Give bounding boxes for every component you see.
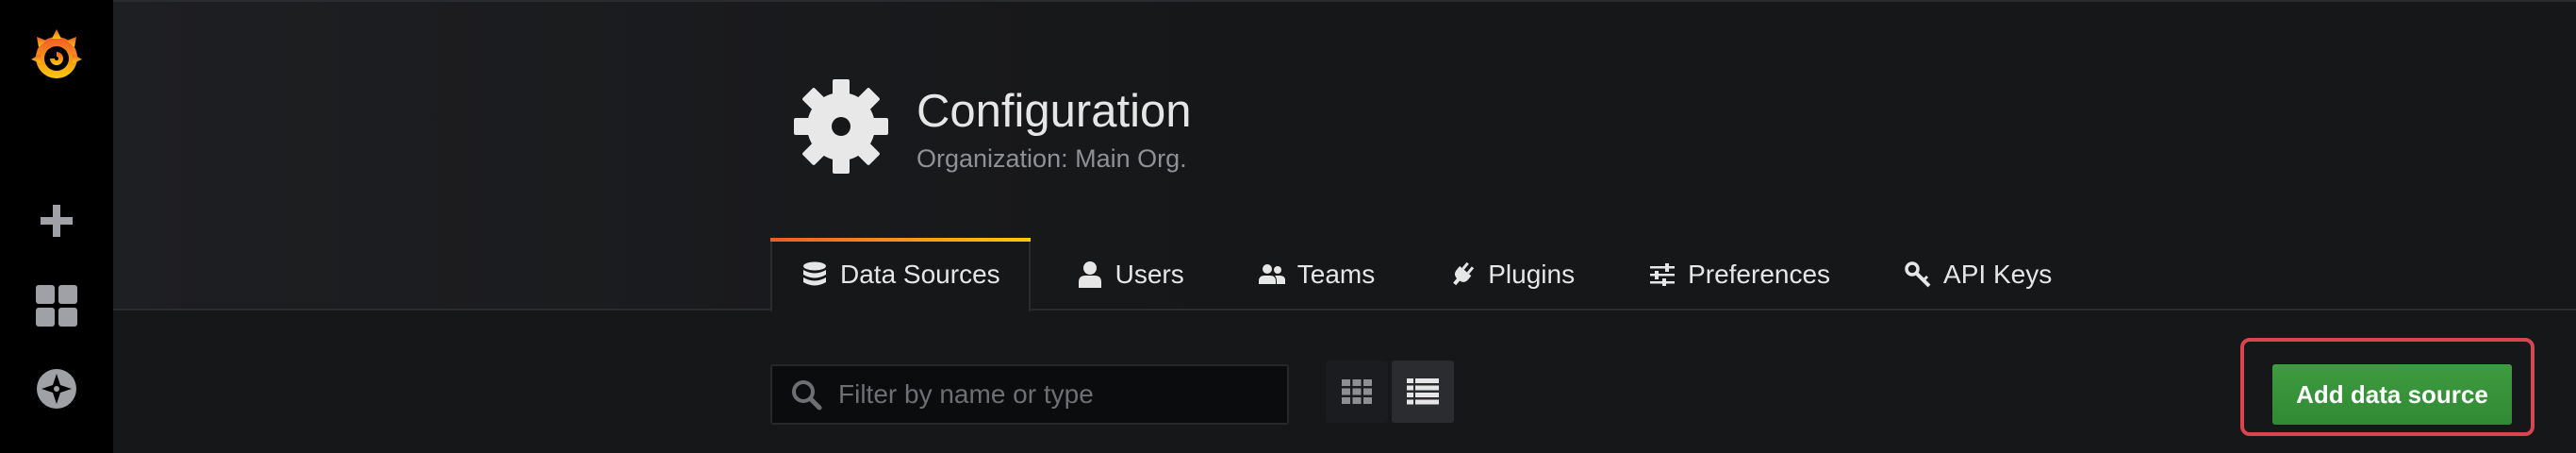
tab-label: Teams: [1296, 260, 1376, 289]
dashboard-grid-icon: [36, 285, 77, 327]
config-tabs: Data Sources Users Teams Plugins Prefere…: [770, 238, 2097, 311]
tab-label: Preferences: [1688, 260, 1831, 289]
grid-view-button[interactable]: [1326, 361, 1388, 423]
grafana-logo-button[interactable]: [19, 17, 94, 92]
list-view-icon: [1407, 378, 1439, 405]
tab-data-sources[interactable]: Data Sources: [770, 238, 1031, 311]
grafana-logo-icon: [31, 29, 82, 78]
sidemenu: [0, 0, 113, 453]
create-button[interactable]: [19, 183, 94, 259]
page-title: Configuration: [916, 86, 1192, 137]
plug-icon: [1448, 260, 1477, 289]
tab-teams[interactable]: Teams: [1230, 238, 1403, 311]
search-icon: [789, 378, 823, 411]
page-subtitle: Organization: Main Org.: [916, 144, 1187, 173]
key-icon: [1904, 260, 1932, 289]
tab-label: API Keys: [1943, 260, 2053, 289]
add-data-source-button[interactable]: Add data source: [2272, 364, 2512, 425]
tab-label: Plugins: [1488, 260, 1576, 289]
compass-icon: [37, 369, 76, 409]
tab-label: Data Sources: [840, 260, 1000, 289]
user-icon: [1076, 260, 1104, 289]
tab-api-keys[interactable]: API Keys: [1875, 238, 2080, 311]
tab-users[interactable]: Users: [1048, 238, 1213, 311]
sliders-icon: [1648, 260, 1676, 289]
tab-preferences[interactable]: Preferences: [1620, 238, 1858, 311]
database-icon: [801, 260, 829, 289]
explore-button[interactable]: [19, 351, 94, 427]
grafana-app: Configuration Organization: Main Org. Da…: [0, 0, 2576, 453]
tab-label: Users: [1115, 260, 1184, 289]
list-view-button[interactable]: [1392, 361, 1454, 423]
plus-icon: [41, 205, 73, 237]
dashboards-button[interactable]: [19, 268, 94, 344]
gear-icon: [792, 77, 890, 176]
grid-view-icon: [1342, 379, 1372, 404]
users-icon: [1258, 260, 1286, 289]
filter-search-box: [770, 364, 1289, 425]
filter-search-input[interactable]: [836, 378, 1274, 411]
layout-mode-toggle: [1326, 361, 1454, 423]
tab-plugins[interactable]: Plugins: [1420, 238, 1603, 311]
